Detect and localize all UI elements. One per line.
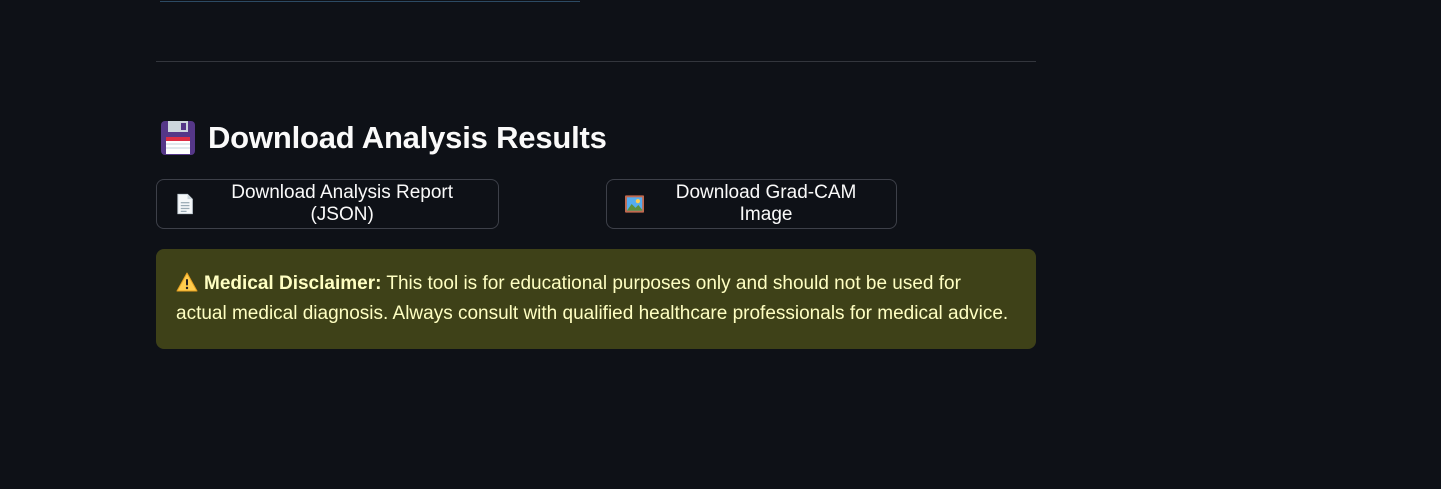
disclaimer-title: Medical Disclaimer: bbox=[204, 273, 382, 294]
floppy-disk-icon bbox=[161, 121, 195, 155]
framed-picture-icon bbox=[625, 195, 645, 213]
previous-widget-edge bbox=[160, 0, 580, 2]
medical-disclaimer-alert: Medical Disclaimer: This tool is for edu… bbox=[156, 249, 1036, 349]
warning-icon bbox=[176, 272, 198, 292]
download-json-report-label: Download Analysis Report (JSON) bbox=[231, 182, 454, 225]
download-json-report-button[interactable]: Download Analysis Report (JSON) bbox=[156, 179, 499, 229]
download-gradcam-image-label: Download Grad-CAM Image bbox=[675, 182, 857, 225]
section-divider bbox=[156, 61, 1036, 62]
section-title: Download Analysis Results bbox=[208, 120, 607, 155]
download-section-heading: Download Analysis Results bbox=[160, 116, 607, 160]
document-icon bbox=[177, 193, 193, 215]
download-gradcam-image-button[interactable]: Download Grad-CAM Image bbox=[606, 179, 897, 229]
